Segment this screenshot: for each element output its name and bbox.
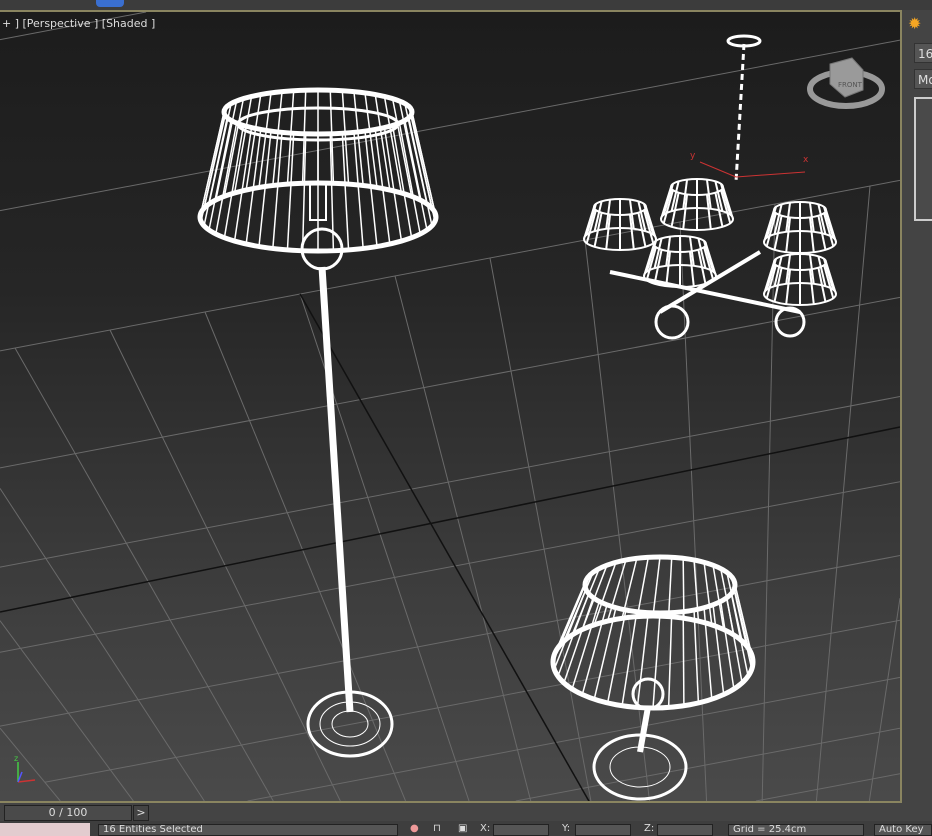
shade-rib	[636, 557, 650, 617]
grid-line	[0, 555, 900, 727]
grid-line	[489, 257, 592, 801]
shade-rib	[404, 103, 428, 205]
status-bar: 16 Entities Selected ● ⊓ ▣ X: Y: Z: Grid…	[0, 821, 932, 836]
grid-line	[0, 488, 205, 801]
z-label: Z:	[644, 823, 655, 834]
toolbar-button[interactable]	[96, 0, 124, 7]
shade-rib	[286, 133, 295, 250]
grid-axes	[0, 293, 900, 801]
shade-rib	[636, 612, 650, 708]
command-panel: ✹ 16 Mo	[904, 10, 932, 803]
absolute-mode-icon[interactable]: ▣	[458, 823, 467, 835]
grid-line	[755, 773, 900, 801]
tripod-z-label: z	[14, 754, 18, 763]
shade-rib	[208, 103, 232, 205]
sun-icon[interactable]: ✹	[908, 14, 921, 33]
viewcube-front-label: FRONT	[838, 81, 863, 89]
perspective-viewport[interactable]: x y FRONT z + ] [Perspective ] [Shaded ]	[0, 10, 902, 803]
table-lamp	[550, 554, 756, 801]
grid-line	[247, 676, 900, 801]
maxscript-listener[interactable]	[0, 823, 90, 836]
grid-line	[0, 296, 900, 469]
grid-line	[394, 275, 532, 801]
shade-rib	[667, 557, 673, 617]
scene: x y FRONT z	[0, 12, 900, 801]
grid-size-display: Grid = 25.4cm	[728, 824, 864, 836]
transform-gizmo	[699, 161, 806, 178]
axis-tripod-icon	[17, 762, 36, 783]
shade-rib	[606, 609, 627, 704]
grid-line	[584, 239, 650, 801]
main-toolbar	[0, 0, 932, 10]
gizmo-y-label: y	[690, 151, 696, 161]
grid-line	[0, 620, 134, 801]
shade-rib	[341, 133, 350, 250]
shade-rib	[364, 92, 378, 188]
shade-rib	[272, 132, 283, 249]
shade-rib	[682, 558, 685, 619]
y-label: Y:	[562, 823, 571, 834]
next-frame-button[interactable]: >	[133, 805, 149, 821]
shade-rib	[353, 132, 364, 249]
grid-line	[14, 347, 274, 801]
grid-line	[204, 311, 407, 801]
shade-rib	[682, 611, 685, 706]
gizmo-x-label: x	[803, 155, 809, 165]
grid-line	[679, 221, 708, 801]
x-coordinate-field[interactable]	[493, 824, 549, 836]
shade-rib	[719, 601, 735, 690]
grid-line	[0, 179, 900, 352]
selection-lock-icon[interactable]: ⊓	[433, 823, 441, 835]
time-slider[interactable]: 0 / 100	[4, 805, 132, 821]
z-coordinate-field[interactable]	[657, 824, 713, 836]
viewcube[interactable]: FRONT	[807, 57, 885, 109]
shade-rib	[693, 609, 700, 704]
shade-rib	[652, 612, 661, 709]
auto-key-button[interactable]: Auto Key	[874, 824, 932, 836]
y-coordinate-field[interactable]	[575, 824, 631, 836]
viewport-label[interactable]: + ] [Perspective ] [Shaded ]	[2, 17, 155, 30]
lock-icon[interactable]: ●	[410, 823, 419, 835]
chandelier	[583, 34, 837, 340]
time-slider-bar: 0 / 100 >	[0, 803, 932, 821]
modifier-stack[interactable]	[914, 97, 932, 221]
home-grid	[0, 12, 900, 801]
selection-count-field[interactable]: 16	[914, 43, 932, 63]
grid-line	[0, 39, 900, 212]
selection-status: 16 Entities Selected	[98, 824, 398, 836]
shade-rib	[667, 612, 673, 708]
grid-line	[868, 598, 900, 801]
x-label: X:	[480, 823, 491, 834]
modifier-list-dropdown[interactable]: Mo	[914, 69, 932, 89]
shade-rib	[652, 556, 661, 617]
shade-rib	[258, 92, 272, 188]
grid-line	[0, 396, 900, 568]
grid-line	[0, 727, 61, 801]
grid-line	[0, 481, 900, 653]
